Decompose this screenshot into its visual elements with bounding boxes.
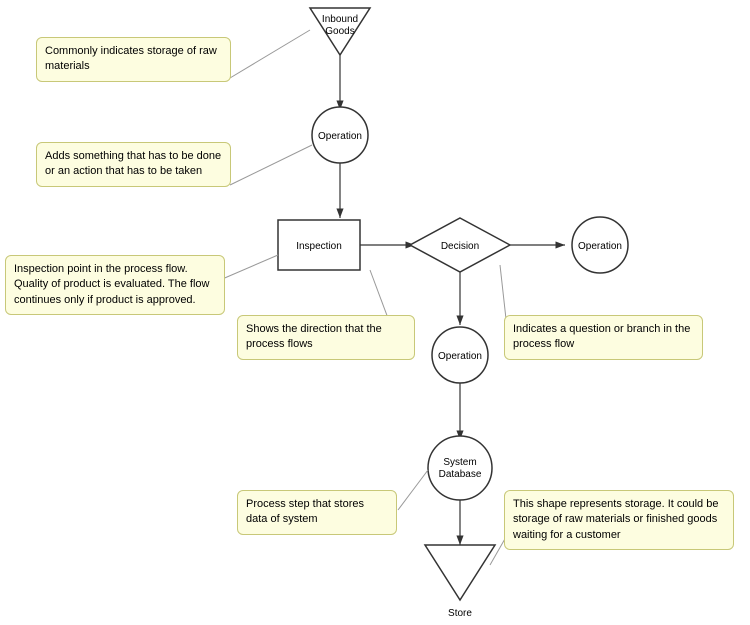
svg-text:Database: Database	[439, 469, 482, 480]
callout-raw-materials: Commonly indicates storage of raw materi…	[36, 37, 231, 82]
system-database-shape	[428, 436, 492, 500]
callout-action: Adds something that has to be done or an…	[36, 142, 231, 187]
callout-inspection: Inspection point in the process flow. Qu…	[5, 255, 225, 315]
callout-storage2: This shape represents storage. It could …	[504, 490, 734, 550]
callout-question: Indicates a question or branch in the pr…	[504, 315, 703, 360]
operation2-shape	[572, 217, 628, 273]
svg-text:Decision: Decision	[441, 241, 479, 252]
svg-text:Inbound: Inbound	[322, 14, 358, 25]
svg-text:Inspection: Inspection	[296, 241, 342, 252]
svg-text:Store: Store	[448, 608, 472, 619]
diagram-canvas: Inbound Goods Operation Inspection Decis…	[0, 0, 750, 625]
svg-text:Goods: Goods	[325, 26, 354, 37]
operation1-shape	[312, 107, 368, 163]
svg-text:Operation: Operation	[318, 131, 362, 142]
svg-text:System: System	[443, 457, 476, 468]
svg-text:Operation: Operation	[438, 351, 482, 362]
decision-shape	[410, 218, 510, 272]
callout-direction: Shows the direction that the process flo…	[237, 315, 415, 360]
svg-text:Operation: Operation	[578, 241, 622, 252]
inspection-shape	[278, 220, 360, 270]
operation3-shape	[432, 327, 488, 383]
store-shape	[425, 545, 495, 600]
inbound-goods-shape	[310, 8, 370, 55]
callout-storage: Process step that stores data of system	[237, 490, 397, 535]
